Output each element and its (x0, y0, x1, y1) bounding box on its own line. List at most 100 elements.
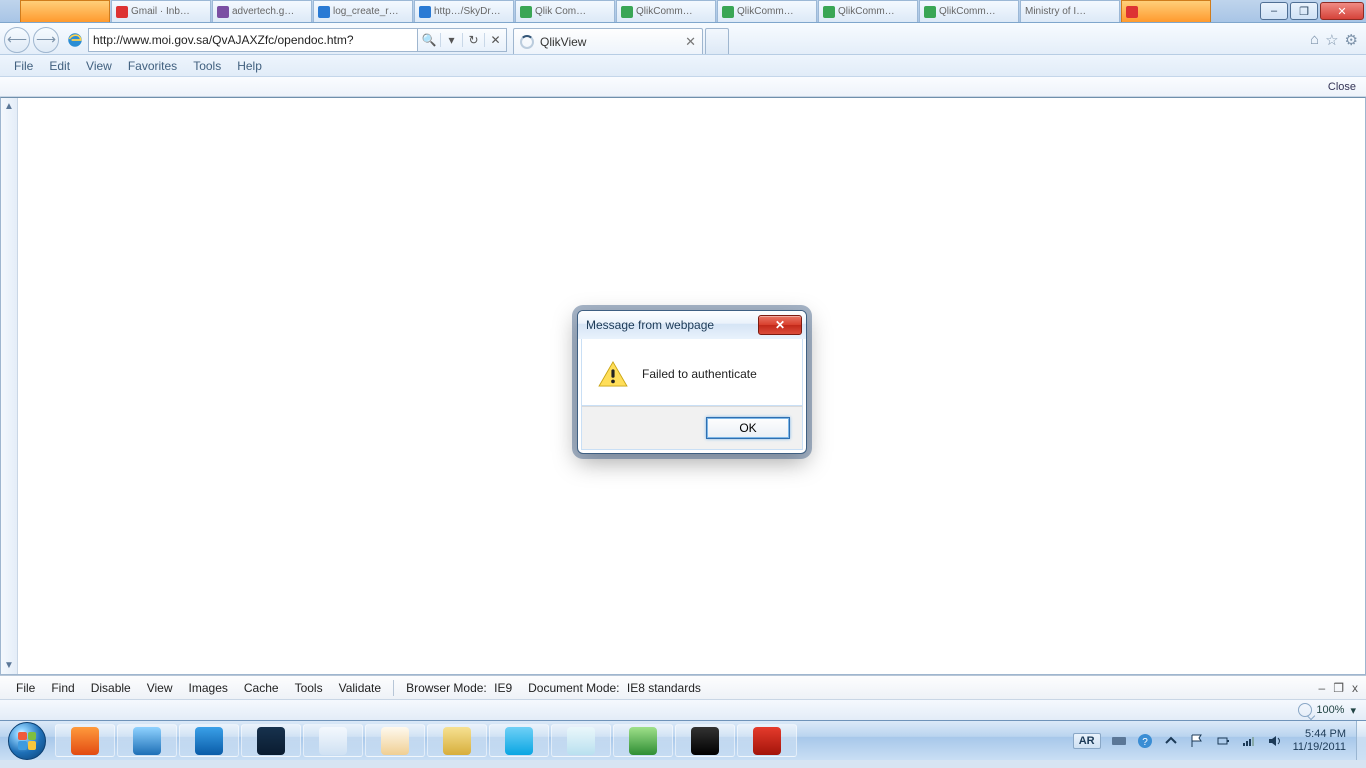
qlikview-close-link[interactable]: Close (1328, 81, 1356, 93)
background-tab[interactable]: advertech.g… (212, 0, 312, 22)
tray-keyboard-icon[interactable] (1111, 733, 1127, 749)
menu-edit[interactable]: Edit (41, 57, 78, 75)
background-tab-label: QlikComm… (939, 6, 996, 17)
devbar-close-button[interactable]: x (1352, 681, 1358, 695)
taskbar-app-device[interactable] (303, 724, 363, 757)
taskbar-app-photoshop[interactable] (241, 724, 301, 757)
window-controls: – ❐ ✕ (1252, 0, 1366, 22)
taskbar-app-excel[interactable] (613, 724, 673, 757)
skype-icon (505, 727, 533, 755)
tray-volume-icon[interactable] (1267, 733, 1283, 749)
start-button[interactable] (0, 721, 54, 760)
tray-help-icon[interactable]: ? (1137, 733, 1153, 749)
language-indicator[interactable]: AR (1073, 733, 1101, 749)
ie-navigation-bar: ⟵ ⟶ http://www.moi.gov.sa/QvAJAXZfc/open… (0, 23, 1366, 55)
taskbar-app-firefox[interactable] (55, 724, 115, 757)
background-tab[interactable]: Qlik Com… (515, 0, 615, 22)
devbar-validate[interactable]: Validate (331, 681, 389, 695)
search-icon[interactable]: 🔍 (418, 33, 440, 47)
background-tab[interactable]: Gmail · Inb… (111, 0, 211, 22)
menu-favorites[interactable]: Favorites (120, 57, 185, 75)
tray-chevron-up-icon[interactable] (1163, 733, 1179, 749)
document-mode-label: Document Mode: (528, 681, 619, 695)
page-viewport: ▲ ▼ Message from webpage ✕ Failed to aut… (0, 97, 1366, 675)
tab-close-icon[interactable]: ✕ (685, 34, 696, 50)
nav-back-button[interactable]: ⟵ (4, 27, 30, 53)
devbar-file[interactable]: File (8, 681, 43, 695)
menu-view[interactable]: View (78, 57, 120, 75)
gear-icon[interactable]: ⚙ (1345, 31, 1358, 49)
refresh-icon[interactable]: ↻ (462, 33, 484, 47)
vertical-scrollbar[interactable]: ▲ ▼ (1, 98, 18, 674)
devbar-find[interactable]: Find (43, 681, 82, 695)
background-tab[interactable]: QlikComm… (717, 0, 817, 22)
window-minimize-button[interactable]: – (1260, 2, 1288, 20)
windows-taskbar: AR ? 5:44 PM 11/19/2011 (0, 720, 1366, 760)
devbar-minimize-button[interactable]: – (1319, 681, 1326, 695)
favicon-icon (116, 6, 128, 18)
background-tab[interactable] (1121, 0, 1211, 22)
tray-clock[interactable]: 5:44 PM 11/19/2011 (1293, 728, 1350, 754)
devbar-tools[interactable]: Tools (287, 681, 331, 695)
tray-network-icon[interactable] (1241, 733, 1257, 749)
window-close-button[interactable]: ✕ (1320, 2, 1364, 20)
menu-tools[interactable]: Tools (185, 57, 229, 75)
background-tab[interactable]: QlikComm… (919, 0, 1019, 22)
background-tab[interactable]: Ministry of I… (1020, 0, 1120, 22)
vm-icon (195, 727, 223, 755)
scroll-down-icon[interactable]: ▼ (2, 657, 17, 674)
taskbar-app-paint[interactable] (365, 724, 425, 757)
taskbar-app-ie[interactable] (117, 724, 177, 757)
zoom-dropdown-icon[interactable]: ▾ (1350, 704, 1356, 717)
background-tab[interactable]: log_create_r… (313, 0, 413, 22)
stop-icon[interactable]: ✕ (484, 33, 506, 47)
favicon-icon (419, 6, 431, 18)
devbar-disable[interactable]: Disable (83, 681, 139, 695)
show-desktop-button[interactable] (1356, 721, 1366, 760)
address-bar[interactable]: http://www.moi.gov.sa/QvAJAXZfc/opendoc.… (88, 28, 418, 52)
tray-power-icon[interactable] (1215, 733, 1231, 749)
scroll-up-icon[interactable]: ▲ (2, 98, 17, 115)
dialog-titlebar[interactable]: Message from webpage ✕ (578, 311, 806, 339)
background-tab-label: log_create_r… (333, 6, 399, 17)
browser-mode-label: Browser Mode: (406, 681, 487, 695)
background-tab-label: Gmail · Inb… (131, 6, 190, 17)
tray-flag-icon[interactable] (1189, 733, 1205, 749)
background-tab[interactable]: QlikComm… (818, 0, 918, 22)
background-tab[interactable]: QlikComm… (616, 0, 716, 22)
menu-help[interactable]: Help (229, 57, 270, 75)
svg-text:?: ? (1142, 737, 1148, 748)
adobe-icon (753, 727, 781, 755)
address-dropdown-icon[interactable]: ▾ (440, 33, 462, 47)
background-tab[interactable] (20, 0, 110, 22)
ie-tabstrip: QlikView ✕ (513, 25, 731, 54)
favicon-icon (217, 6, 229, 18)
browser-mode[interactable]: Browser Mode: IE9 (398, 681, 520, 695)
devbar-images[interactable]: Images (181, 681, 236, 695)
menu-file[interactable]: File (6, 57, 41, 75)
tab-qlikview[interactable]: QlikView ✕ (513, 28, 703, 54)
document-mode[interactable]: Document Mode: IE8 standards (520, 681, 709, 695)
taskbar-app-skype[interactable] (489, 724, 549, 757)
dialog-ok-button[interactable]: OK (706, 417, 790, 439)
taskbar-app-vm[interactable] (179, 724, 239, 757)
window-maximize-button[interactable]: ❐ (1290, 2, 1318, 20)
taskbar-app-adobe[interactable] (737, 724, 797, 757)
home-icon[interactable]: ⌂ (1310, 31, 1319, 48)
notepad-icon (567, 727, 595, 755)
zoom-level[interactable]: 100% (1316, 704, 1344, 716)
devbar-cache[interactable]: Cache (236, 681, 287, 695)
new-tab-button[interactable] (705, 28, 729, 54)
dialog-title-text: Message from webpage (586, 318, 714, 332)
taskbar-app-cmd[interactable] (675, 724, 735, 757)
zoom-icon (1298, 703, 1312, 717)
devbar-view[interactable]: View (139, 681, 181, 695)
nav-forward-button[interactable]: ⟶ (33, 27, 59, 53)
taskbar-app-explorer[interactable] (427, 724, 487, 757)
dialog-close-button[interactable]: ✕ (758, 315, 802, 335)
favorites-icon[interactable]: ☆ (1325, 31, 1338, 49)
background-tab[interactable]: http…/SkyDr… (414, 0, 514, 22)
devbar-unpin-button[interactable]: ❐ (1333, 681, 1344, 695)
taskbar-app-notepad[interactable] (551, 724, 611, 757)
ie-status-bar: 100% ▾ (0, 699, 1366, 720)
